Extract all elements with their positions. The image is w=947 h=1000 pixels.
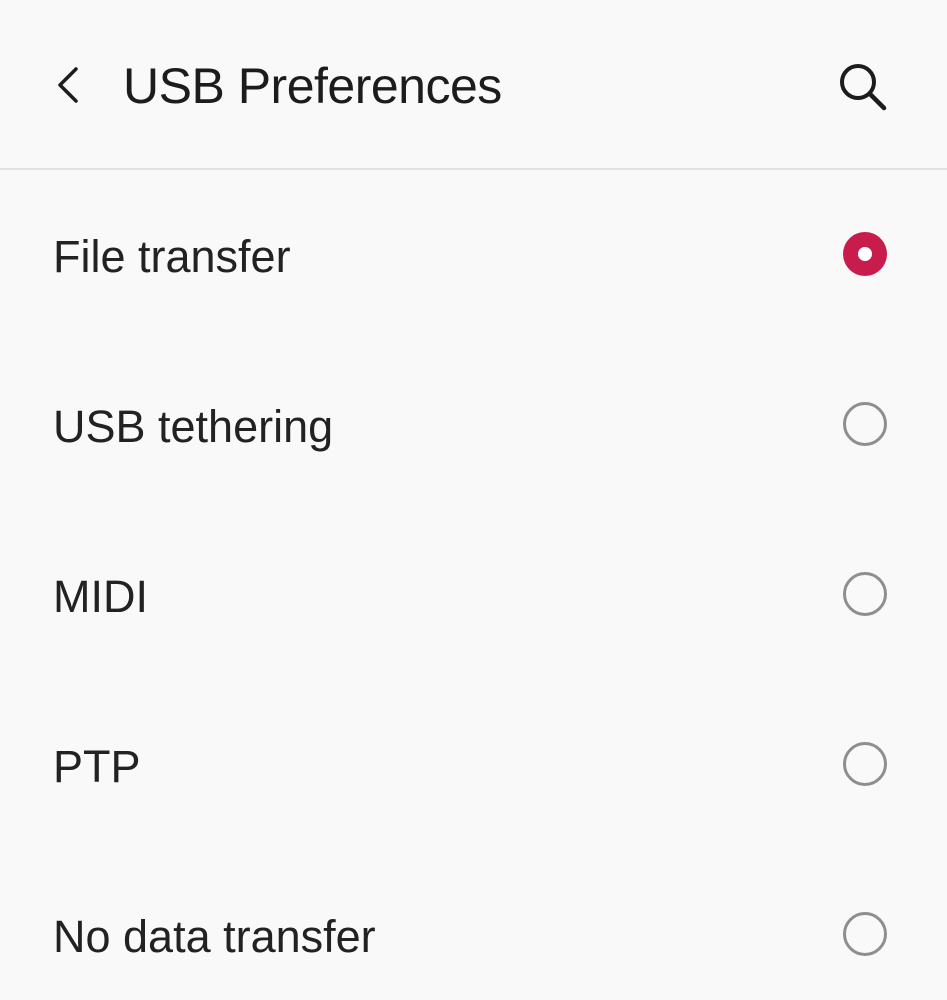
radio-button[interactable]: [843, 572, 887, 616]
option-ptp[interactable]: PTP: [0, 682, 947, 852]
radio-button[interactable]: [843, 912, 887, 956]
option-label: USB tethering: [53, 401, 334, 452]
option-label: MIDI: [53, 571, 148, 622]
back-button[interactable]: [40, 57, 96, 113]
search-button[interactable]: [832, 56, 892, 116]
search-icon: [840, 64, 887, 111]
option-label: File transfer: [53, 231, 291, 282]
option-file-transfer[interactable]: File transfer: [0, 172, 947, 342]
app-bar: USB Preferences: [0, 0, 947, 170]
option-label: No data transfer: [53, 911, 376, 962]
option-usb-tethering[interactable]: USB tethering: [0, 342, 947, 512]
option-midi[interactable]: MIDI: [0, 512, 947, 682]
usb-preferences-screen: USB Preferences File transfer USB tether…: [0, 0, 947, 1000]
radio-button[interactable]: [843, 402, 887, 446]
page-title: USB Preferences: [123, 58, 502, 114]
option-label: PTP: [53, 741, 141, 792]
radio-button[interactable]: [843, 742, 887, 786]
radio-button-selected[interactable]: [843, 232, 887, 276]
usb-mode-options: File transfer USB tethering MIDI PTP No …: [0, 172, 947, 1000]
option-no-data-transfer[interactable]: No data transfer: [0, 852, 947, 1000]
chevron-left-icon: [58, 67, 78, 103]
